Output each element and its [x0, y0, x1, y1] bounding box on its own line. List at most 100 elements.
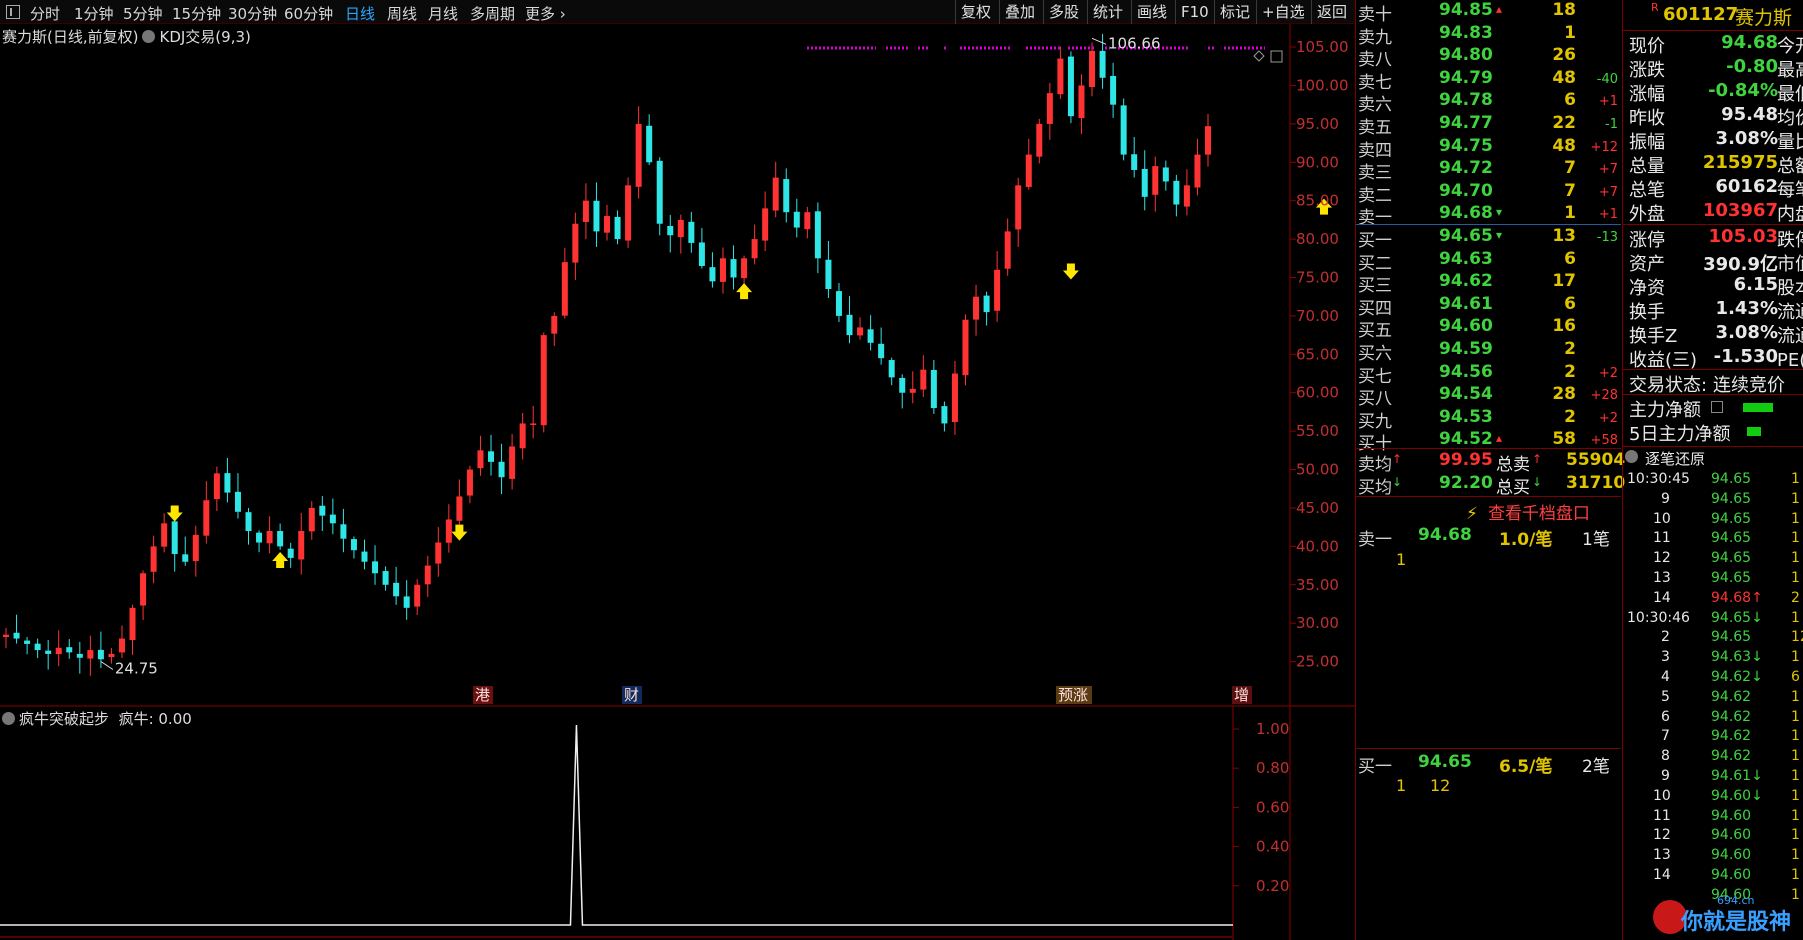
period-tab-3[interactable]: 15分钟 — [172, 3, 221, 24]
high-label: 106.66 — [1108, 34, 1161, 52]
order-book-panel: 卖十 94.85 ▴ 18 卖九 94.83 1 卖八 94.80 26 卖七 94.79 48 -40 卖… — [1355, 0, 1625, 940]
orderbook-bids-row[interactable]: 买六 94.59 2 — [1356, 339, 1621, 364]
tick-row: 8 94.62 1 — [1623, 748, 1803, 768]
thousand-levels-text: 查看千档盘口 — [1487, 504, 1590, 524]
low-label: 24.75 — [115, 660, 158, 678]
quote-label: 总笔 — [1629, 180, 1665, 201]
toolbar-button-0[interactable]: 复权 — [955, 0, 996, 24]
tick-volume: 1 — [1791, 649, 1800, 666]
candle-body — [1205, 126, 1211, 155]
candle-body — [66, 647, 73, 653]
orderbook-bids-row[interactable]: 买三 94.62 17 — [1356, 271, 1621, 296]
orderbook-bids-row[interactable]: 买一 94.65 ▾ 13 -13 — [1356, 226, 1621, 251]
orderbook-bids-row[interactable]: 买四 94.61 6 — [1356, 294, 1621, 319]
quote-value: 94.68 — [1721, 32, 1778, 53]
candle-body — [1067, 56, 1074, 117]
candle-body — [203, 500, 210, 536]
main-net-5-row: 5日主力净额 — [1623, 420, 1803, 445]
ask1-price: 94.68 — [1418, 525, 1472, 545]
trade-status-row: 交易状态: 连续竞价 — [1623, 371, 1803, 396]
orderbook-asks-row[interactable]: 卖九 94.83 1 — [1356, 23, 1621, 48]
period-tab-10[interactable]: 更多 › — [525, 3, 566, 24]
ob-trend-icon: ▾ — [1496, 228, 1503, 242]
quote-row: 外盘 103967内盘 — [1623, 200, 1803, 225]
period-tab-1[interactable]: 1分钟 — [74, 3, 114, 24]
quote-label: 净资 — [1629, 278, 1665, 299]
candle-body — [424, 565, 431, 585]
indicator-settings-icon-2[interactable] — [2, 712, 15, 725]
period-tab-7[interactable]: 周线 — [387, 3, 417, 24]
candle-body — [403, 596, 410, 608]
orderbook-asks-row[interactable]: 卖七 94.79 48 -40 — [1356, 68, 1621, 93]
orderbook-asks-row[interactable]: 卖十 94.85 ▴ 18 — [1356, 0, 1621, 25]
orderbook-asks-row[interactable]: 卖一 94.68 ▾ 1 +1 — [1356, 203, 1621, 228]
ind-y-tick-label: 0.20 — [1256, 877, 1289, 895]
orderbook-asks-row[interactable]: 卖八 94.80 26 — [1356, 45, 1621, 71]
thousand-levels-link[interactable]: ⚡ 查看千档盘口 — [1466, 499, 1590, 524]
period-tab-0[interactable]: 分时 — [30, 3, 60, 24]
orderbook-asks-row[interactable]: 卖六 94.78 6 +1 — [1356, 90, 1621, 115]
orderbook-bids-row[interactable]: 买七 94.56 2 +2 — [1356, 362, 1621, 387]
ind-y-tick-label: 0.40 — [1256, 838, 1289, 856]
orderbook-bids-row[interactable]: 买九 94.53 2 +2 — [1356, 407, 1621, 432]
orderbook-bids-row[interactable]: 买二 94.63 6 — [1356, 249, 1621, 274]
tick-price: 94.63↓ — [1711, 649, 1763, 666]
period-toolbar: 分时 1分钟 5分钟 15分钟 30分钟 60分钟 日线 周线 月线 多周期 更多 › 复权 叠加 多股… — [0, 0, 1355, 24]
orderbook-bids-row[interactable]: 买五 94.60 16 — [1356, 316, 1621, 342]
period-tab-9[interactable]: 多周期 — [470, 3, 515, 24]
candle-body — [1131, 154, 1138, 170]
ob-price: 94.70 — [1439, 180, 1493, 201]
period-tab-5[interactable]: 60分钟 — [284, 3, 333, 24]
candle-body — [498, 461, 505, 478]
signal-up-arrow — [736, 283, 753, 300]
bid1-queue-value-2: 12 — [1430, 776, 1451, 795]
bars-icon — [1711, 401, 1723, 413]
candle-body — [1004, 231, 1011, 269]
toolbar-button-5[interactable]: F10 — [1175, 0, 1214, 24]
tick-row: 7 94.62 1 — [1623, 728, 1803, 748]
orderbook-asks-row[interactable]: 卖二 94.70 7 +7 — [1356, 180, 1621, 206]
watermark-logo: 你就是股神 694.cn — [1653, 894, 1803, 938]
period-tab-6[interactable]: 日线 — [345, 3, 375, 24]
indicator-panel-title: 疯牛突破起步 — [19, 710, 110, 728]
orderbook-bids-row[interactable]: 买八 94.54 28 +28 — [1356, 384, 1621, 409]
candle-body — [646, 125, 653, 163]
tick-volume: 1 — [1791, 609, 1800, 626]
ob-level-label: 卖八 — [1358, 50, 1392, 71]
toolbar-button-2[interactable]: 多股 — [1043, 0, 1084, 24]
event-marker-label: 预涨 — [1058, 686, 1088, 704]
toolbar-button-3[interactable]: 统计 — [1087, 0, 1128, 24]
candle-body — [962, 319, 969, 376]
orderbook-asks-row[interactable]: 卖五 94.77 22 -1 — [1356, 113, 1621, 138]
candle-body — [762, 208, 769, 241]
quote-label-2: 总额 — [1777, 156, 1803, 177]
tick-time: 7 — [1661, 728, 1670, 745]
signal-up-arrow — [272, 552, 289, 569]
tick-time: 9 — [1661, 490, 1670, 507]
kline-chart[interactable]: 106.66 24.75 港 财 预涨 增 105.00 100.00 95.00 90.00 8… — [0, 24, 1355, 940]
orderbook-asks-row[interactable]: 卖三 94.72 7 +7 — [1356, 158, 1621, 183]
tick-time: 4 — [1661, 669, 1670, 685]
toolbar-button-1[interactable]: 叠加 — [999, 0, 1040, 24]
tick-price: 94.65 — [1711, 490, 1752, 507]
ticks-title-row[interactable]: 逐笔还原 — [1623, 448, 1803, 468]
period-tab-2[interactable]: 5分钟 — [123, 3, 163, 24]
toolbar-button-6[interactable]: 标记 — [1214, 0, 1255, 24]
period-tab-4[interactable]: 30分钟 — [228, 3, 277, 24]
orderbook-asks-row[interactable]: 卖四 94.75 48 +12 — [1356, 136, 1621, 161]
toolbar-button-7[interactable]: +自选 — [1256, 0, 1310, 24]
toolbar-button-8[interactable]: 返回 — [1311, 0, 1352, 24]
panel-toggle-icon[interactable] — [6, 5, 20, 19]
ob-level-label: 买六 — [1358, 344, 1392, 364]
ob-level-label: 买五 — [1358, 321, 1392, 342]
candle-body — [45, 650, 52, 654]
quote-label-2: 跌停 — [1777, 230, 1803, 251]
ob-trend-icon: ▴ — [1496, 2, 1503, 16]
toolbar-button-4[interactable]: 画线 — [1131, 0, 1172, 24]
candle-body — [604, 216, 610, 233]
ob-volume: 26 — [1552, 45, 1576, 66]
candle-body — [698, 242, 705, 266]
ind-y-tick-label: 0.60 — [1256, 798, 1289, 816]
period-tab-8[interactable]: 月线 — [428, 3, 458, 24]
tick-volume: 2 — [1791, 589, 1800, 606]
